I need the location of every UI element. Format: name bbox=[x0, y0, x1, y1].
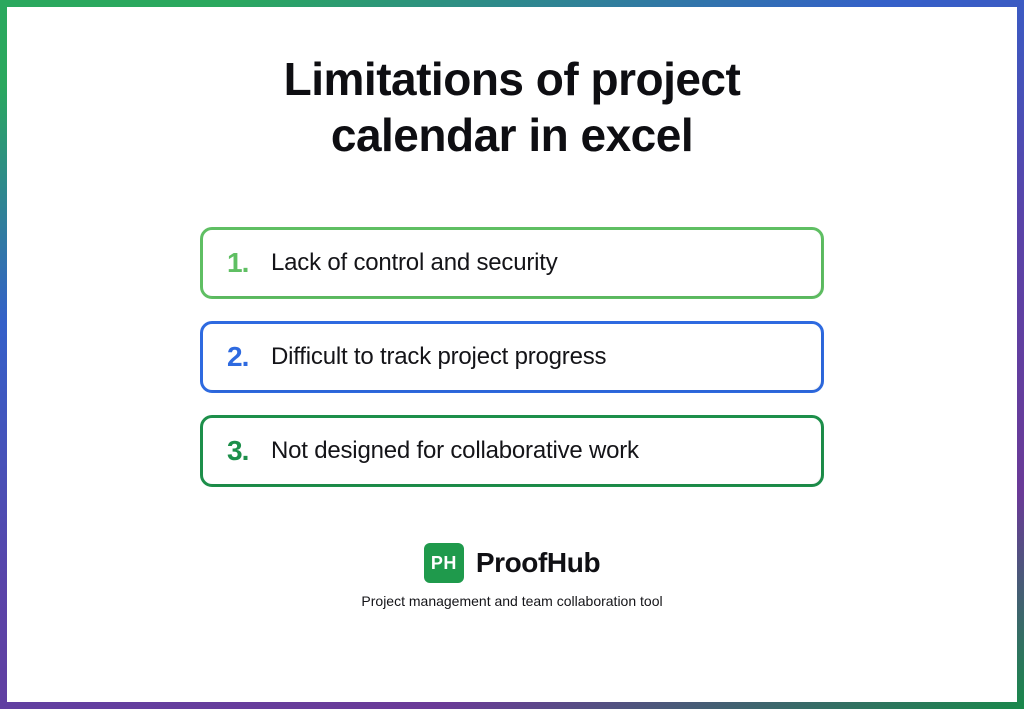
item-number: 1. bbox=[227, 247, 271, 279]
list-item: 3. Not designed for collaborative work bbox=[200, 415, 824, 487]
content-card: Limitations of project calendar in excel… bbox=[7, 7, 1017, 702]
list-item: 1. Lack of control and security bbox=[200, 227, 824, 299]
gradient-frame: Limitations of project calendar in excel… bbox=[0, 0, 1024, 709]
item-text: Not designed for collaborative work bbox=[271, 437, 639, 465]
item-number: 2. bbox=[227, 341, 271, 373]
item-text: Difficult to track project progress bbox=[271, 343, 606, 371]
brand-block: PH ProofHub Project management and team … bbox=[361, 543, 662, 609]
limitations-list: 1. Lack of control and security 2. Diffi… bbox=[200, 227, 824, 487]
brand-logo-icon: PH bbox=[424, 543, 464, 583]
item-text: Lack of control and security bbox=[271, 249, 558, 277]
item-number: 3. bbox=[227, 435, 271, 467]
list-item: 2. Difficult to track project progress bbox=[200, 321, 824, 393]
page-title: Limitations of project calendar in excel bbox=[192, 51, 832, 163]
brand-tagline: Project management and team collaboratio… bbox=[361, 593, 662, 609]
brand-row: PH ProofHub bbox=[424, 543, 600, 583]
brand-name: ProofHub bbox=[476, 547, 600, 579]
